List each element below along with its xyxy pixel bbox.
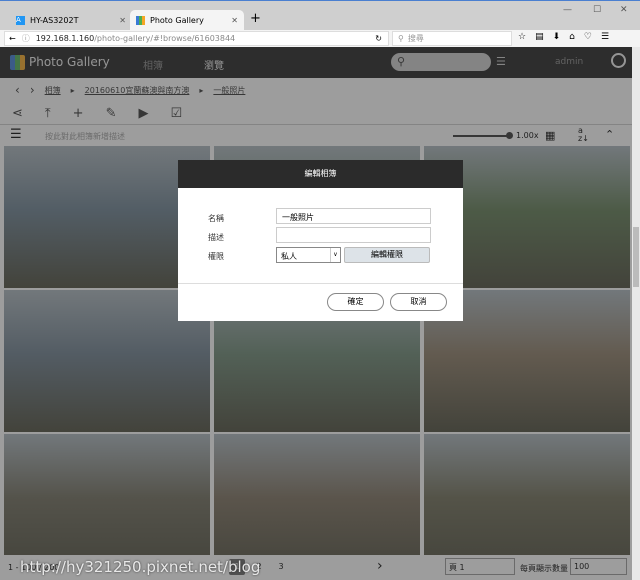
name-input[interactable]: 一般照片 [276,208,431,224]
close-tab-icon[interactable]: ✕ [231,16,238,25]
scrollbar-thumb[interactable] [633,227,639,287]
close-window-button[interactable]: ✕ [620,5,628,15]
gallery-icon [136,16,145,25]
minimize-button[interactable]: — [563,5,572,15]
divider [178,283,463,284]
nas-icon: A [16,16,25,25]
chevron-down-icon: ∨ [330,248,340,262]
url-input[interactable]: ← ⓘ 192.168.1.160/photo-gallery/#!browse/6… [4,31,389,46]
tab-bar: A HY-AS3202T ✕ Photo Gallery ✕ + — ☐ ✕ [0,0,640,31]
edit-permission-button[interactable]: 編輯權限 [344,247,430,263]
info-icon: ⓘ [21,34,30,43]
reload-icon[interactable]: ↻ [375,34,382,43]
permission-value: 私人 [281,252,297,261]
tab-nas[interactable]: A HY-AS3202T ✕ [10,10,132,31]
browser-search-input[interactable]: ⚲ 搜尋 [392,31,512,46]
tab-photo-gallery[interactable]: Photo Gallery ✕ [130,10,244,31]
pocket-icon[interactable]: ♡ [584,32,592,42]
download-icon[interactable]: ⬇ [553,32,561,42]
edit-album-dialog: 編輯相簿 名稱 一般照片 描述 權限 私人 ∨ 編輯權限 確定 取消 [178,160,463,321]
back-icon[interactable]: ← [9,34,16,43]
close-tab-icon[interactable]: ✕ [119,16,126,25]
perm-label: 權限 [208,252,224,261]
scrollbar[interactable] [632,47,640,580]
bookmark-star-icon[interactable]: ☆ [518,32,526,42]
watermark: http://hy321250.pixnet.net/blog [20,558,261,576]
name-label: 名稱 [208,214,224,223]
search-icon: ⚲ [398,34,404,43]
dialog-title: 編輯相簿 [178,160,463,188]
desc-input[interactable] [276,227,431,243]
desc-label: 描述 [208,233,224,242]
cancel-button[interactable]: 取消 [390,293,447,311]
clipboard-icon[interactable]: ▤ [535,32,544,42]
menu-icon[interactable]: ☰ [601,32,609,42]
address-bar: ← ⓘ 192.168.1.160/photo-gallery/#!browse/6… [0,30,640,47]
ok-button[interactable]: 確定 [327,293,384,311]
new-tab-button[interactable]: + [250,11,261,26]
permission-select[interactable]: 私人 ∨ [276,247,341,263]
home-icon[interactable]: ⌂ [569,32,575,42]
maximize-button[interactable]: ☐ [593,5,601,15]
